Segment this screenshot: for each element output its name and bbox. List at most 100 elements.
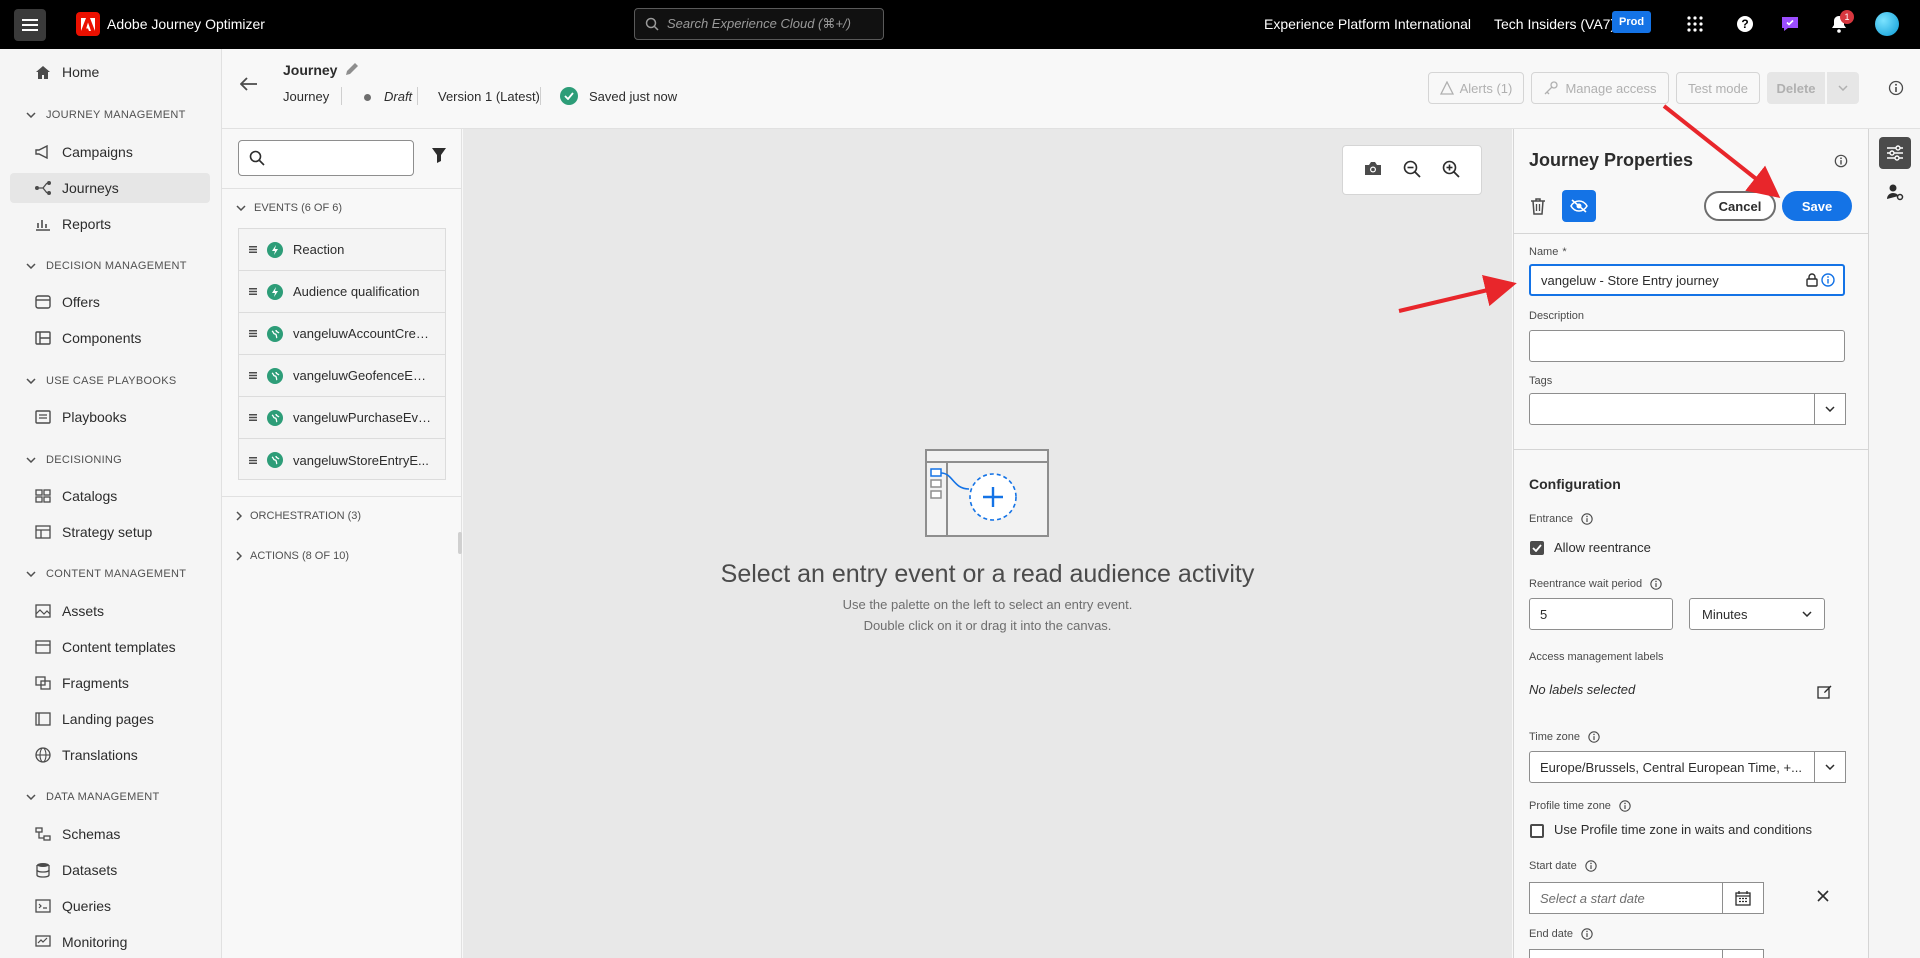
info-icon[interactable] bbox=[1619, 800, 1631, 812]
nav-home[interactable]: Home bbox=[10, 57, 210, 87]
delete-button[interactable]: Delete bbox=[1767, 72, 1825, 104]
section-decision-management[interactable]: DECISION MANAGEMENT bbox=[26, 260, 187, 272]
nav-monitoring[interactable]: Monitoring bbox=[10, 927, 210, 957]
nav-strategy-setup[interactable]: Strategy setup bbox=[10, 517, 210, 547]
event-item-audience-qualification[interactable]: Audience qualification bbox=[239, 271, 445, 313]
nav-offers[interactable]: Offers bbox=[10, 287, 210, 317]
event-item-purchase-event[interactable]: vangeluwPurchaseEvent bbox=[239, 397, 445, 439]
offer-icon bbox=[34, 293, 52, 311]
adobe-logo[interactable] bbox=[76, 12, 100, 36]
chevron-down-icon[interactable] bbox=[1814, 393, 1846, 425]
palette-search-input[interactable] bbox=[238, 140, 414, 176]
manage-access-button[interactable]: Manage access bbox=[1531, 72, 1669, 104]
nav-campaigns[interactable]: Campaigns bbox=[10, 137, 210, 167]
test-mode-button[interactable]: Test mode bbox=[1676, 72, 1760, 104]
nav-assets[interactable]: Assets bbox=[10, 596, 210, 626]
drag-handle-icon[interactable] bbox=[239, 414, 267, 421]
description-label: Description bbox=[1529, 310, 1585, 322]
lock-icon[interactable] bbox=[1805, 273, 1819, 287]
tags-label: Tags bbox=[1529, 375, 1553, 387]
info-icon[interactable] bbox=[1650, 578, 1662, 590]
events-section-header[interactable]: EVENTS (6 OF 6) bbox=[236, 202, 342, 214]
nav-queries[interactable]: Queries bbox=[10, 891, 210, 921]
org-switcher[interactable]: Experience Platform International bbox=[1264, 16, 1471, 32]
section-decisioning[interactable]: DECISIONING bbox=[26, 454, 122, 466]
user-avatar[interactable] bbox=[1875, 12, 1899, 36]
wait-unit-select[interactable]: Minutes bbox=[1689, 598, 1825, 630]
cancel-button[interactable]: Cancel bbox=[1704, 191, 1776, 221]
apps-grid-icon[interactable] bbox=[1684, 13, 1706, 35]
nav-datasets[interactable]: Datasets bbox=[10, 855, 210, 885]
calendar-icon[interactable] bbox=[1722, 949, 1764, 958]
globe-icon bbox=[267, 367, 283, 384]
section-content-management[interactable]: CONTENT MANAGEMENT bbox=[26, 568, 186, 580]
nav-content-templates[interactable]: Content templates bbox=[10, 632, 210, 662]
section-use-case-playbooks[interactable]: USE CASE PLAYBOOKS bbox=[26, 375, 177, 387]
feedback-icon[interactable] bbox=[1779, 13, 1801, 35]
description-field[interactable] bbox=[1529, 330, 1845, 362]
info-icon[interactable] bbox=[1834, 154, 1848, 171]
info-icon[interactable] bbox=[1585, 860, 1597, 872]
zoom-out-icon[interactable] bbox=[1403, 160, 1421, 181]
orchestration-section-header[interactable]: ORCHESTRATION (3) bbox=[236, 510, 361, 522]
pencil-icon[interactable] bbox=[344, 61, 360, 80]
chevron-down-icon[interactable] bbox=[1814, 751, 1846, 783]
nav-reports[interactable]: Reports bbox=[10, 209, 210, 239]
close-icon[interactable] bbox=[1817, 890, 1829, 905]
info-icon[interactable] bbox=[1888, 80, 1904, 99]
nav-catalogs[interactable]: Catalogs bbox=[10, 481, 210, 511]
actions-section-header[interactable]: ACTIONS (8 OF 10) bbox=[236, 550, 349, 562]
info-icon[interactable] bbox=[1821, 273, 1835, 287]
journey-canvas[interactable]: Select an entry event or a read audience… bbox=[463, 129, 1512, 958]
edit-labels-icon[interactable] bbox=[1817, 684, 1833, 703]
profile-timezone-checkbox[interactable] bbox=[1530, 824, 1544, 838]
nav-translations[interactable]: Translations bbox=[10, 740, 210, 770]
info-icon[interactable] bbox=[1588, 731, 1600, 743]
filter-icon[interactable] bbox=[431, 147, 447, 166]
event-item-geofence-entry[interactable]: vangeluwGeofenceEnt... bbox=[239, 355, 445, 397]
section-journey-management[interactable]: JOURNEY MANAGEMENT bbox=[26, 109, 186, 121]
hide-icon[interactable] bbox=[1562, 190, 1596, 222]
wait-period-input[interactable]: 5 bbox=[1529, 598, 1673, 630]
calendar-icon[interactable] bbox=[1722, 882, 1764, 914]
global-search-input[interactable]: Search Experience Cloud (⌘+/) bbox=[634, 8, 884, 40]
save-button[interactable]: Save bbox=[1782, 191, 1852, 221]
app-title[interactable]: Adobe Journey Optimizer bbox=[107, 16, 265, 32]
drag-handle-icon[interactable] bbox=[239, 288, 267, 295]
trash-icon[interactable] bbox=[1530, 197, 1546, 218]
camera-icon[interactable] bbox=[1364, 161, 1382, 179]
menu-icon[interactable] bbox=[14, 9, 46, 41]
drag-handle-icon[interactable] bbox=[239, 330, 267, 337]
help-icon[interactable]: ? bbox=[1734, 13, 1756, 35]
allow-reentrance-checkbox[interactable] bbox=[1530, 541, 1544, 555]
timezone-select[interactable]: Europe/Brussels, Central European Time, … bbox=[1529, 751, 1815, 783]
tags-field[interactable] bbox=[1529, 393, 1815, 425]
sandbox-switcher[interactable]: Tech Insiders (VA7) bbox=[1494, 16, 1615, 32]
event-item-reaction[interactable]: Reaction bbox=[239, 229, 445, 271]
event-item-store-entry[interactable]: vangeluwStoreEntryE... bbox=[239, 439, 445, 481]
event-item-account-creation[interactable]: vangeluwAccountCrea... bbox=[239, 313, 445, 355]
properties-icon[interactable] bbox=[1879, 137, 1911, 169]
user-settings-icon[interactable] bbox=[1879, 176, 1911, 208]
nav-schemas[interactable]: Schemas bbox=[10, 819, 210, 849]
nav-landing-pages[interactable]: Landing pages bbox=[10, 704, 210, 734]
alerts-button[interactable]: Alerts (1) bbox=[1428, 72, 1524, 104]
chevron-down-icon[interactable] bbox=[1827, 72, 1859, 104]
name-field[interactable]: vangeluw - Store Entry journey bbox=[1529, 264, 1845, 296]
drag-handle-icon[interactable] bbox=[239, 456, 267, 464]
back-arrow-icon[interactable] bbox=[239, 77, 258, 94]
nav-components[interactable]: Components bbox=[10, 323, 210, 353]
end-date-input[interactable] bbox=[1529, 949, 1723, 958]
info-icon[interactable] bbox=[1581, 513, 1593, 525]
resize-handle[interactable] bbox=[458, 532, 462, 554]
nav-playbooks[interactable]: Playbooks bbox=[10, 402, 210, 432]
nav-journeys[interactable]: Journeys bbox=[10, 173, 210, 203]
drag-handle-icon[interactable] bbox=[239, 246, 267, 253]
nav-fragments[interactable]: Fragments bbox=[10, 668, 210, 698]
drag-handle-icon[interactable] bbox=[239, 372, 267, 379]
section-data-management[interactable]: DATA MANAGEMENT bbox=[26, 791, 160, 803]
start-date-input[interactable]: Select a start date bbox=[1529, 882, 1723, 914]
info-icon[interactable] bbox=[1581, 928, 1593, 940]
chevron-down-icon bbox=[236, 205, 246, 211]
zoom-in-icon[interactable] bbox=[1442, 160, 1460, 181]
